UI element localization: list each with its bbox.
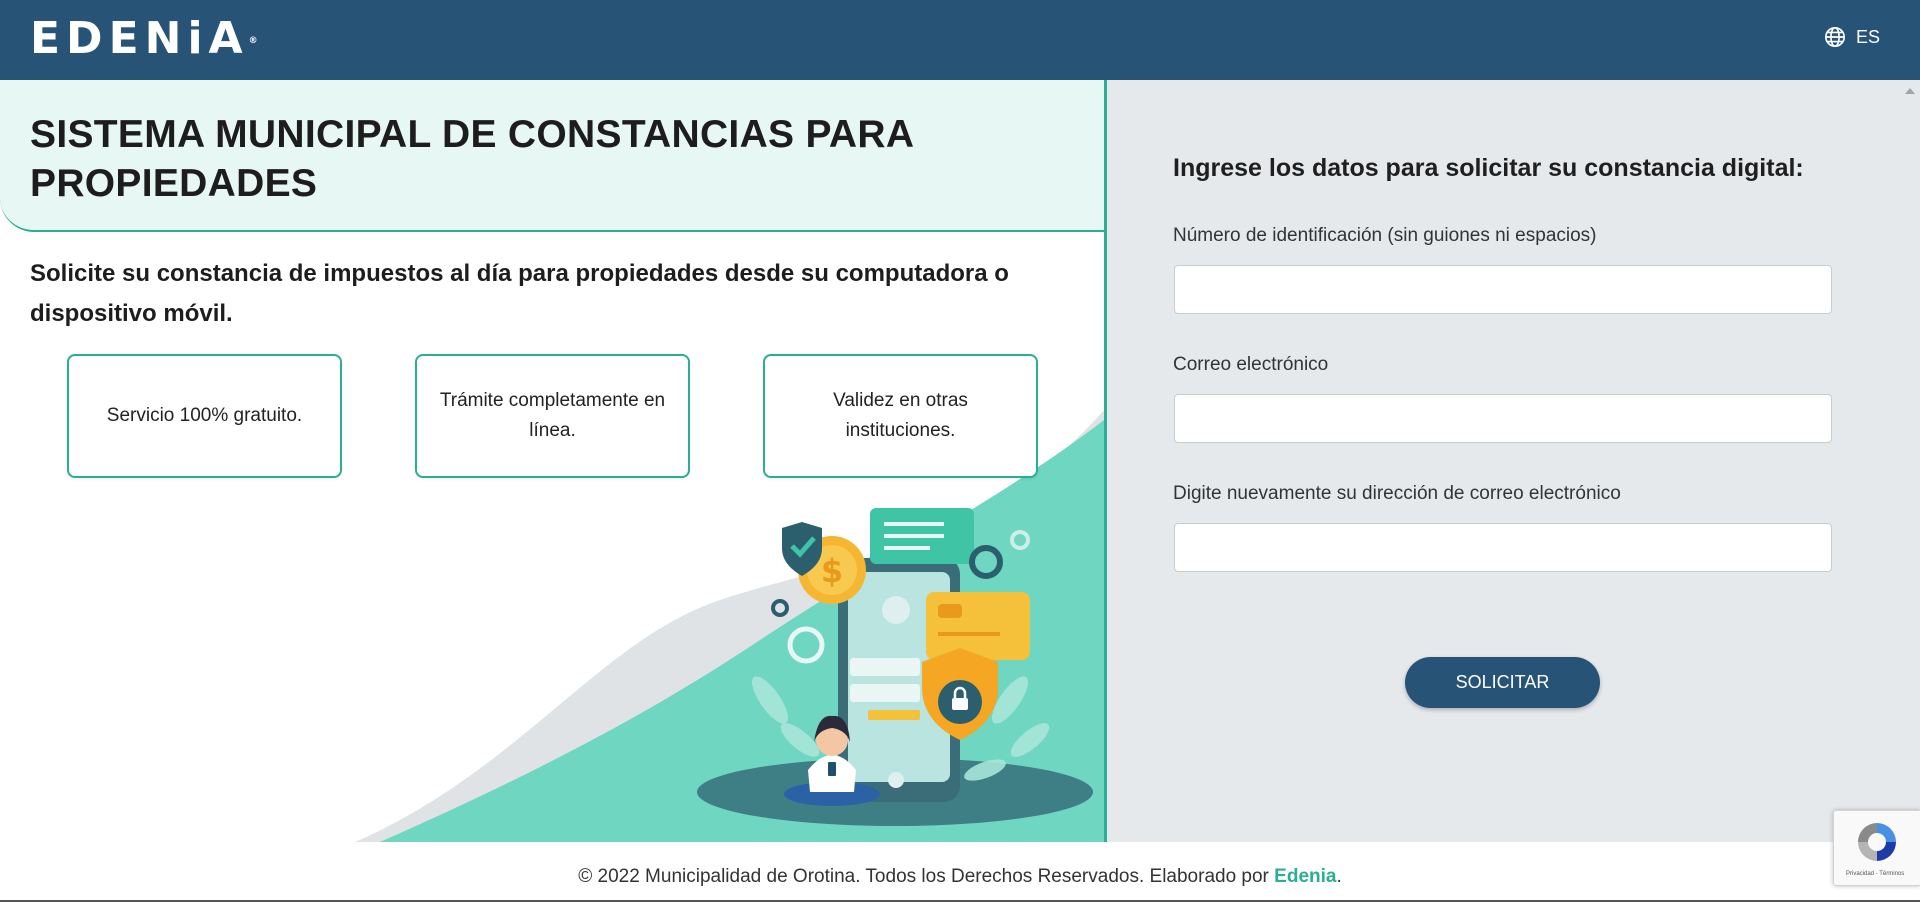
feature-text: Validez en otras instituciones. bbox=[833, 390, 968, 441]
language-label: ES bbox=[1855, 26, 1880, 47]
footer-suffix: . bbox=[1336, 866, 1342, 887]
id-number-label: Número de identificación (sin guiones ni… bbox=[1173, 225, 1597, 246]
svg-text:$: $ bbox=[821, 552, 843, 590]
id-number-input[interactable] bbox=[1174, 265, 1832, 314]
language-selector[interactable]: ES bbox=[1824, 26, 1880, 48]
logo-registered-mark: ® bbox=[248, 36, 258, 46]
scroll-up-arrow-icon[interactable] bbox=[1905, 88, 1915, 94]
title-band: SISTEMA MUNICIPAL DE CONSTANCIAS PARA PR… bbox=[0, 80, 1104, 232]
email-input[interactable] bbox=[1174, 394, 1832, 443]
email-confirm-input[interactable] bbox=[1174, 523, 1832, 572]
feature-card-free: Servicio 100% gratuito. bbox=[67, 354, 342, 478]
logo-text: EDENiA bbox=[30, 13, 249, 64]
feature-card-validity: Validez en otras instituciones. bbox=[763, 354, 1038, 478]
recaptcha-badge[interactable]: Privacidad - Términos bbox=[1833, 810, 1920, 886]
page-scrollbar[interactable] bbox=[1900, 80, 1920, 842]
request-form-panel: Ingrese los datos para solicitar su cons… bbox=[1107, 80, 1900, 842]
submit-button[interactable]: SOLICITAR bbox=[1405, 657, 1600, 708]
recaptcha-links[interactable]: Privacidad - Términos bbox=[1846, 871, 1904, 877]
email-confirm-label: Digite nuevamente su dirección de correo… bbox=[1173, 483, 1621, 504]
page-footer: © 2022 Municipalidad de Orotina. Todos l… bbox=[0, 842, 1920, 902]
edenia-logo[interactable]: EDENiA® bbox=[30, 14, 258, 64]
edenia-link[interactable]: Edenia bbox=[1274, 866, 1336, 887]
globe-icon bbox=[1824, 27, 1845, 47]
footer-text: © 2022 Municipalidad de Orotina. Todos l… bbox=[578, 866, 1275, 887]
top-navbar: EDENiA® ES bbox=[0, 0, 1920, 80]
feature-card-online: Trámite completamente en línea. bbox=[415, 354, 690, 478]
hero-panel: $ SISTEMA MUNICIPAL DE CONSTANCIAS PARA … bbox=[0, 80, 1104, 842]
feature-text: Trámite completamente en línea. bbox=[439, 390, 666, 441]
feature-text: Servicio 100% gratuito. bbox=[106, 405, 303, 426]
form-heading: Ingrese los datos para solicitar su cons… bbox=[1173, 154, 1804, 182]
page-title: SISTEMA MUNICIPAL DE CONSTANCIAS PARA PR… bbox=[30, 113, 913, 205]
recaptcha-icon bbox=[1858, 823, 1896, 861]
page-subtitle: Solicite su constancia de impuestos al d… bbox=[30, 260, 1009, 327]
email-label: Correo electrónico bbox=[1173, 354, 1329, 375]
